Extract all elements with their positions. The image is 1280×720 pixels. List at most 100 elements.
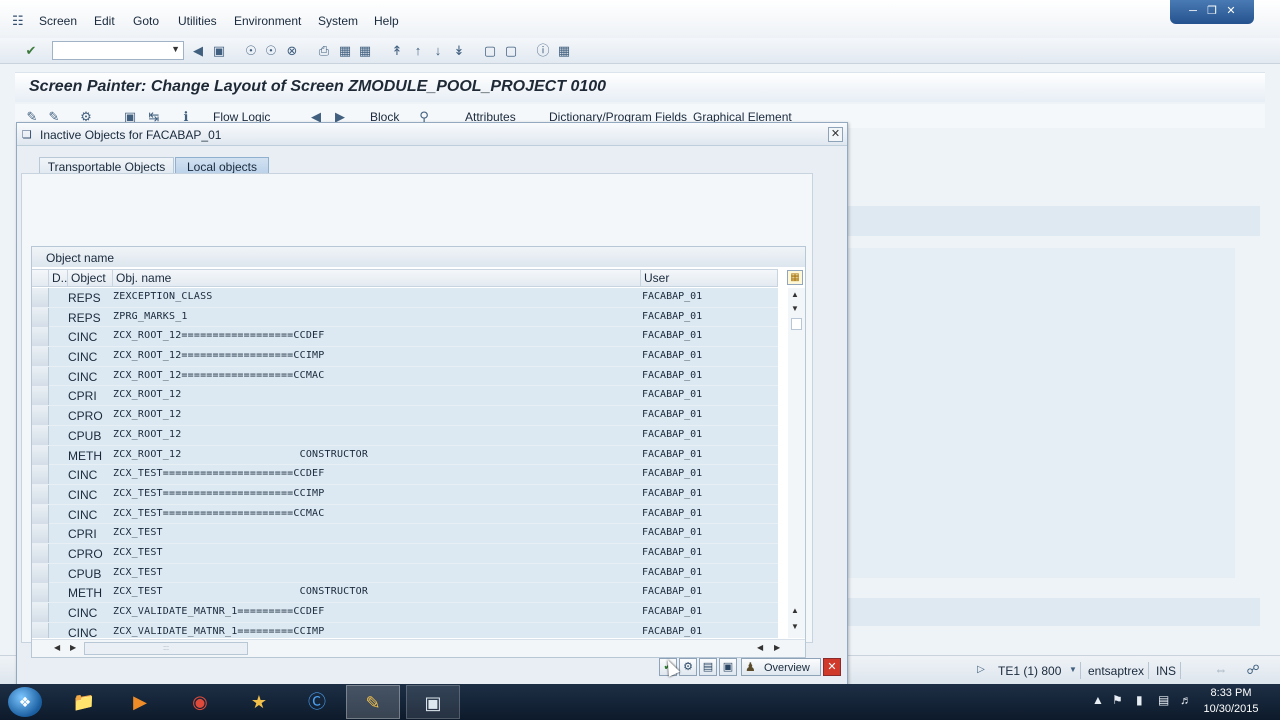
table-row[interactable]: CPRO ZCX_TEST FACABAP_01 [32, 543, 778, 564]
sap-menu-icon[interactable]: ☷ [12, 13, 26, 28]
menu-goto[interactable]: Goto [133, 14, 159, 28]
back-icon[interactable]: ☉ [242, 42, 260, 60]
next-page-icon[interactable]: ↓ [429, 42, 447, 60]
enter-icon[interactable]: ✔ [22, 42, 40, 60]
select-all-icon[interactable]: ▣ [719, 658, 737, 676]
battery-icon[interactable]: ▮ [1136, 693, 1143, 707]
file-explorer-icon[interactable]: 📁 [57, 685, 111, 719]
row-selector[interactable] [32, 622, 49, 638]
last-page-icon[interactable]: ↡ [450, 42, 468, 60]
table-row[interactable]: REPS ZPRG_MARKS_1 FACABAP_01 [32, 307, 778, 328]
prev-page-icon[interactable]: ↑ [409, 42, 427, 60]
help-icon[interactable]: ⓘ [534, 42, 552, 60]
table-row[interactable]: CINC ZCX_TEST=====================CCMAC FA… [32, 504, 778, 525]
clock-date[interactable]: 10/30/2015 [1200, 703, 1262, 715]
overview-button[interactable]: ♟ Overview [741, 658, 821, 676]
row-selector[interactable] [32, 504, 49, 524]
table-row[interactable]: REPS ZEXCEPTION_CLASS FACABAP_01 [32, 288, 778, 308]
exit-icon[interactable]: ☉ [262, 42, 280, 60]
new-session-icon[interactable]: ▢ [481, 42, 499, 60]
media-player-icon[interactable]: ▶ [113, 685, 167, 719]
cancel-button[interactable]: ✕ [823, 658, 841, 676]
table-row[interactable]: CPRI ZCX_ROOT_12 FACABAP_01 [32, 386, 778, 407]
find-next-icon[interactable]: ▦ [356, 42, 374, 60]
row-selector[interactable] [32, 347, 49, 367]
window-icon[interactable]: ▣ [406, 685, 460, 719]
sap-gui-icon[interactable]: ✎ [346, 685, 400, 719]
scroll-up-icon[interactable]: ▲ [791, 606, 799, 615]
flag-icon[interactable]: ⚑ [1112, 693, 1123, 707]
column-header-obj-name[interactable]: Obj. name [113, 270, 641, 287]
start-button[interactable]: ❖ [8, 687, 42, 717]
activate-object-icon[interactable]: ▤ [699, 658, 717, 676]
resize-icon[interactable]: ⇔ [1212, 661, 1230, 679]
minimize-icon[interactable]: ─ [1184, 4, 1202, 18]
menu-environment[interactable]: Environment [234, 14, 301, 28]
table-row[interactable]: METH ZCX_TEST CONSTRUCTOR FACABAP_01 [32, 583, 778, 603]
table-row[interactable]: CINC ZCX_ROOT_12==================CCMAC FA… [32, 366, 778, 387]
column-header-user[interactable]: User [641, 270, 778, 287]
first-page-icon[interactable]: ↟ [388, 42, 406, 60]
chrome-icon[interactable]: ◉ [173, 685, 227, 719]
internet-explorer-icon[interactable]: Ⓒ [290, 685, 344, 719]
scroll-down-icon[interactable]: ▼ [791, 304, 799, 313]
scroll-down-icon[interactable]: ▼ [791, 622, 799, 631]
horizontal-scrollbar[interactable]: ◀ ▶ ::: ◀ ▶ [32, 639, 805, 657]
table-row[interactable]: CPRO ZCX_ROOT_12 FACABAP_01 [32, 406, 778, 426]
scroll-right-icon[interactable]: ▶ [70, 643, 76, 652]
print-icon[interactable]: ⎙ [315, 42, 333, 60]
display-object-icon[interactable]: ⚙ [679, 658, 697, 676]
scroll-thumb[interactable]: ::: [84, 642, 248, 655]
back-arrow-icon[interactable]: ◀ [189, 42, 207, 60]
scroll-left-icon[interactable]: ◀ [54, 643, 60, 652]
menu-screen[interactable]: Screen [39, 14, 77, 28]
row-selector[interactable] [32, 406, 49, 426]
table-row[interactable]: CPUB ZCX_TEST FACABAP_01 [32, 563, 778, 584]
restore-icon[interactable]: ❐ [1203, 4, 1221, 18]
shortcut-icon[interactable]: ▢ [502, 42, 520, 60]
row-selector[interactable] [32, 307, 49, 327]
close-icon[interactable]: ✕ [828, 127, 843, 142]
row-selector[interactable] [32, 563, 49, 583]
chevron-down-icon[interactable]: ▼ [171, 44, 180, 54]
clock-time[interactable]: 8:33 PM [1200, 687, 1262, 699]
table-row[interactable]: CINC ZCX_VALIDATE_MATNR_1=========CCDEF FA… [32, 603, 778, 623]
save-icon[interactable]: ▣ [210, 42, 228, 60]
layout-icon[interactable]: ▦ [555, 42, 573, 60]
network-icon[interactable]: ▤ [1158, 693, 1169, 707]
menu-system[interactable]: System [318, 14, 358, 28]
tray-expand-icon[interactable]: ▲ [1092, 693, 1104, 707]
row-selector[interactable] [32, 583, 49, 603]
row-selector[interactable] [32, 465, 49, 485]
vertical-scrollbar[interactable]: ▲ ▼ ▲ ▼ [788, 288, 805, 638]
column-header-d[interactable]: D.. [49, 270, 68, 287]
row-selector[interactable] [32, 524, 49, 544]
find-icon[interactable]: ▦ [336, 42, 354, 60]
table-row[interactable]: CINC ZCX_ROOT_12==================CCIMP FA… [32, 347, 778, 367]
cancel-icon[interactable]: ⊗ [283, 42, 301, 60]
lock-icon[interactable]: ☍ [1244, 661, 1262, 679]
table-row[interactable]: CINC ZCX_TEST=====================CCDEF FA… [32, 465, 778, 485]
row-selector[interactable] [32, 484, 49, 504]
row-selector[interactable] [32, 288, 49, 307]
table-row[interactable]: CPUB ZCX_ROOT_12 FACABAP_01 [32, 425, 778, 446]
column-header-object[interactable]: Object [68, 270, 113, 287]
row-selector[interactable] [32, 543, 49, 563]
menu-help[interactable]: Help [374, 14, 399, 28]
table-row[interactable]: CINC ZCX_TEST=====================CCIMP FA… [32, 484, 778, 505]
scroll-up-icon[interactable]: ▲ [791, 290, 799, 299]
row-selector[interactable] [32, 366, 49, 386]
grid-layout-icon[interactable]: ▦ [787, 270, 803, 285]
volume-icon[interactable]: ♬ [1180, 693, 1192, 707]
table-row[interactable]: CINC ZCX_VALIDATE_MATNR_1=========CCIMP FA… [32, 622, 778, 638]
table-row[interactable]: METH ZCX_ROOT_12 CONSTRUCTOR FACABAP_01 [32, 445, 778, 466]
play-icon[interactable]: ▷ [972, 661, 990, 679]
close-icon[interactable]: ✕ [1222, 4, 1240, 18]
sap-logon-icon[interactable]: ★ [232, 685, 286, 719]
scroll-left-icon[interactable]: ◀ [757, 643, 763, 652]
command-field[interactable]: ▼ [52, 41, 184, 60]
scroll-thumb[interactable] [791, 318, 802, 330]
table-row[interactable]: CINC ZCX_ROOT_12==================CCDEF FA… [32, 327, 778, 348]
menu-utilities[interactable]: Utilities [178, 14, 217, 28]
row-selector[interactable] [32, 327, 49, 347]
